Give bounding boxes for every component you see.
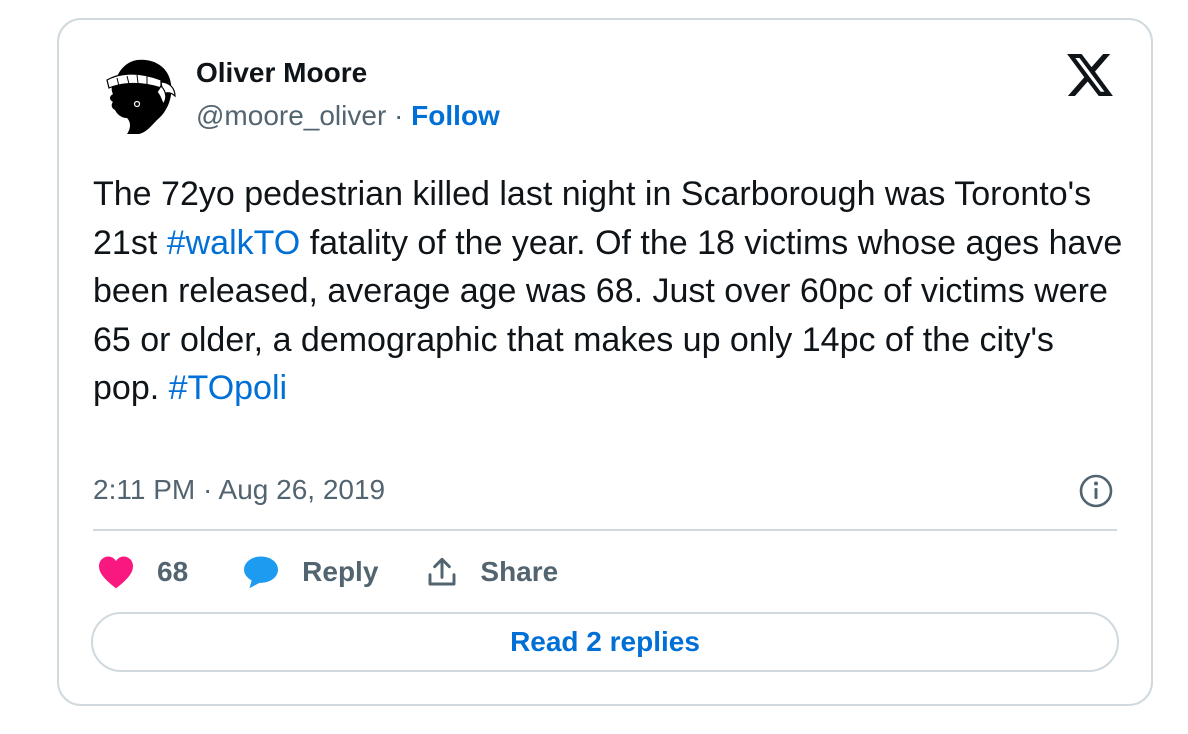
reply-button[interactable]: Reply <box>242 555 378 589</box>
action-bar: 68 Reply Share <box>97 552 558 592</box>
reply-label: Reply <box>302 556 379 587</box>
x-logo-icon[interactable] <box>1067 54 1113 96</box>
speech-bubble-icon <box>244 556 279 589</box>
tweet-card: Oliver Moore @moore_oliver · Follow The … <box>57 18 1153 706</box>
divider <box>93 529 1117 531</box>
tweet-text: The 72yo pedestrian killed last night in… <box>93 170 1123 413</box>
read-replies-label: Read 2 replies <box>510 626 700 657</box>
like-button[interactable]: 68 <box>97 555 188 589</box>
hashtag-topoli[interactable]: #TOpoli <box>169 369 287 407</box>
read-replies-button[interactable]: Read 2 replies <box>91 612 1119 672</box>
share-upload-icon <box>428 557 456 586</box>
author-handle-row: @moore_oliver · Follow <box>196 100 500 132</box>
author-handle[interactable]: @moore_oliver <box>196 100 386 131</box>
follow-link[interactable]: Follow <box>411 100 500 131</box>
tweet-timestamp[interactable]: 2:11 PM · Aug 26, 2019 <box>93 474 385 506</box>
heart-icon <box>99 556 133 589</box>
like-count: 68 <box>157 556 189 587</box>
share-label: Share <box>480 556 559 587</box>
share-button[interactable]: Share <box>426 555 558 589</box>
handle-separator: · <box>386 100 412 131</box>
hashtag-walkto[interactable]: #walkTO <box>167 224 301 262</box>
avatar[interactable] <box>97 52 181 136</box>
author-name[interactable]: Oliver Moore <box>196 57 367 89</box>
info-icon[interactable] <box>1079 474 1113 508</box>
